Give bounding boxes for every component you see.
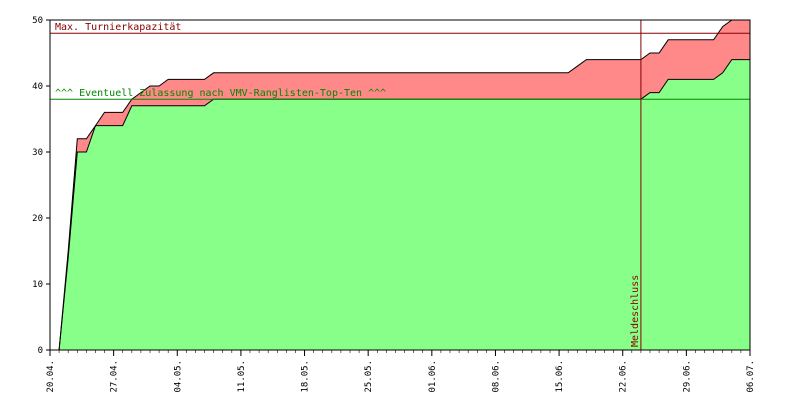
area-layer <box>50 19 750 351</box>
x-tick-label: 25.05. <box>364 360 374 393</box>
x-tick-label: 20.04. <box>46 360 56 393</box>
y-tick-label: 30 <box>32 148 43 158</box>
y-tick-label: 0 <box>38 346 43 356</box>
top_ten-label: ^^^ Eventuell Zulassung nach VMV-Ranglis… <box>55 88 386 99</box>
chart: Max. Turnierkapazität ^^^ Eventuell Zulas… <box>32 16 756 393</box>
x-tick-label: 22.06. <box>619 360 629 393</box>
y-tick-label: 40 <box>32 82 43 92</box>
x-tick-label: 15.06. <box>555 360 565 393</box>
y-tick-label: 10 <box>32 280 43 290</box>
x-tick-label: 29.06. <box>682 360 692 393</box>
x-tick-label: 04.05. <box>173 360 183 393</box>
x-tick-label: 06.07. <box>746 360 756 393</box>
x-tick-label: 27.04. <box>110 360 120 393</box>
x-tick-label: 01.06. <box>428 360 438 393</box>
y-tick-label: 50 <box>32 16 43 26</box>
capacity-label: Max. Turnierkapazität <box>55 22 181 33</box>
x-tick-label: 08.06. <box>491 360 501 393</box>
y-tick-label: 20 <box>32 214 43 224</box>
x-tick-label: 11.05. <box>237 360 247 393</box>
deadline-label: Meldeschluss <box>630 275 641 347</box>
x-tick-label: 18.05. <box>301 360 311 393</box>
